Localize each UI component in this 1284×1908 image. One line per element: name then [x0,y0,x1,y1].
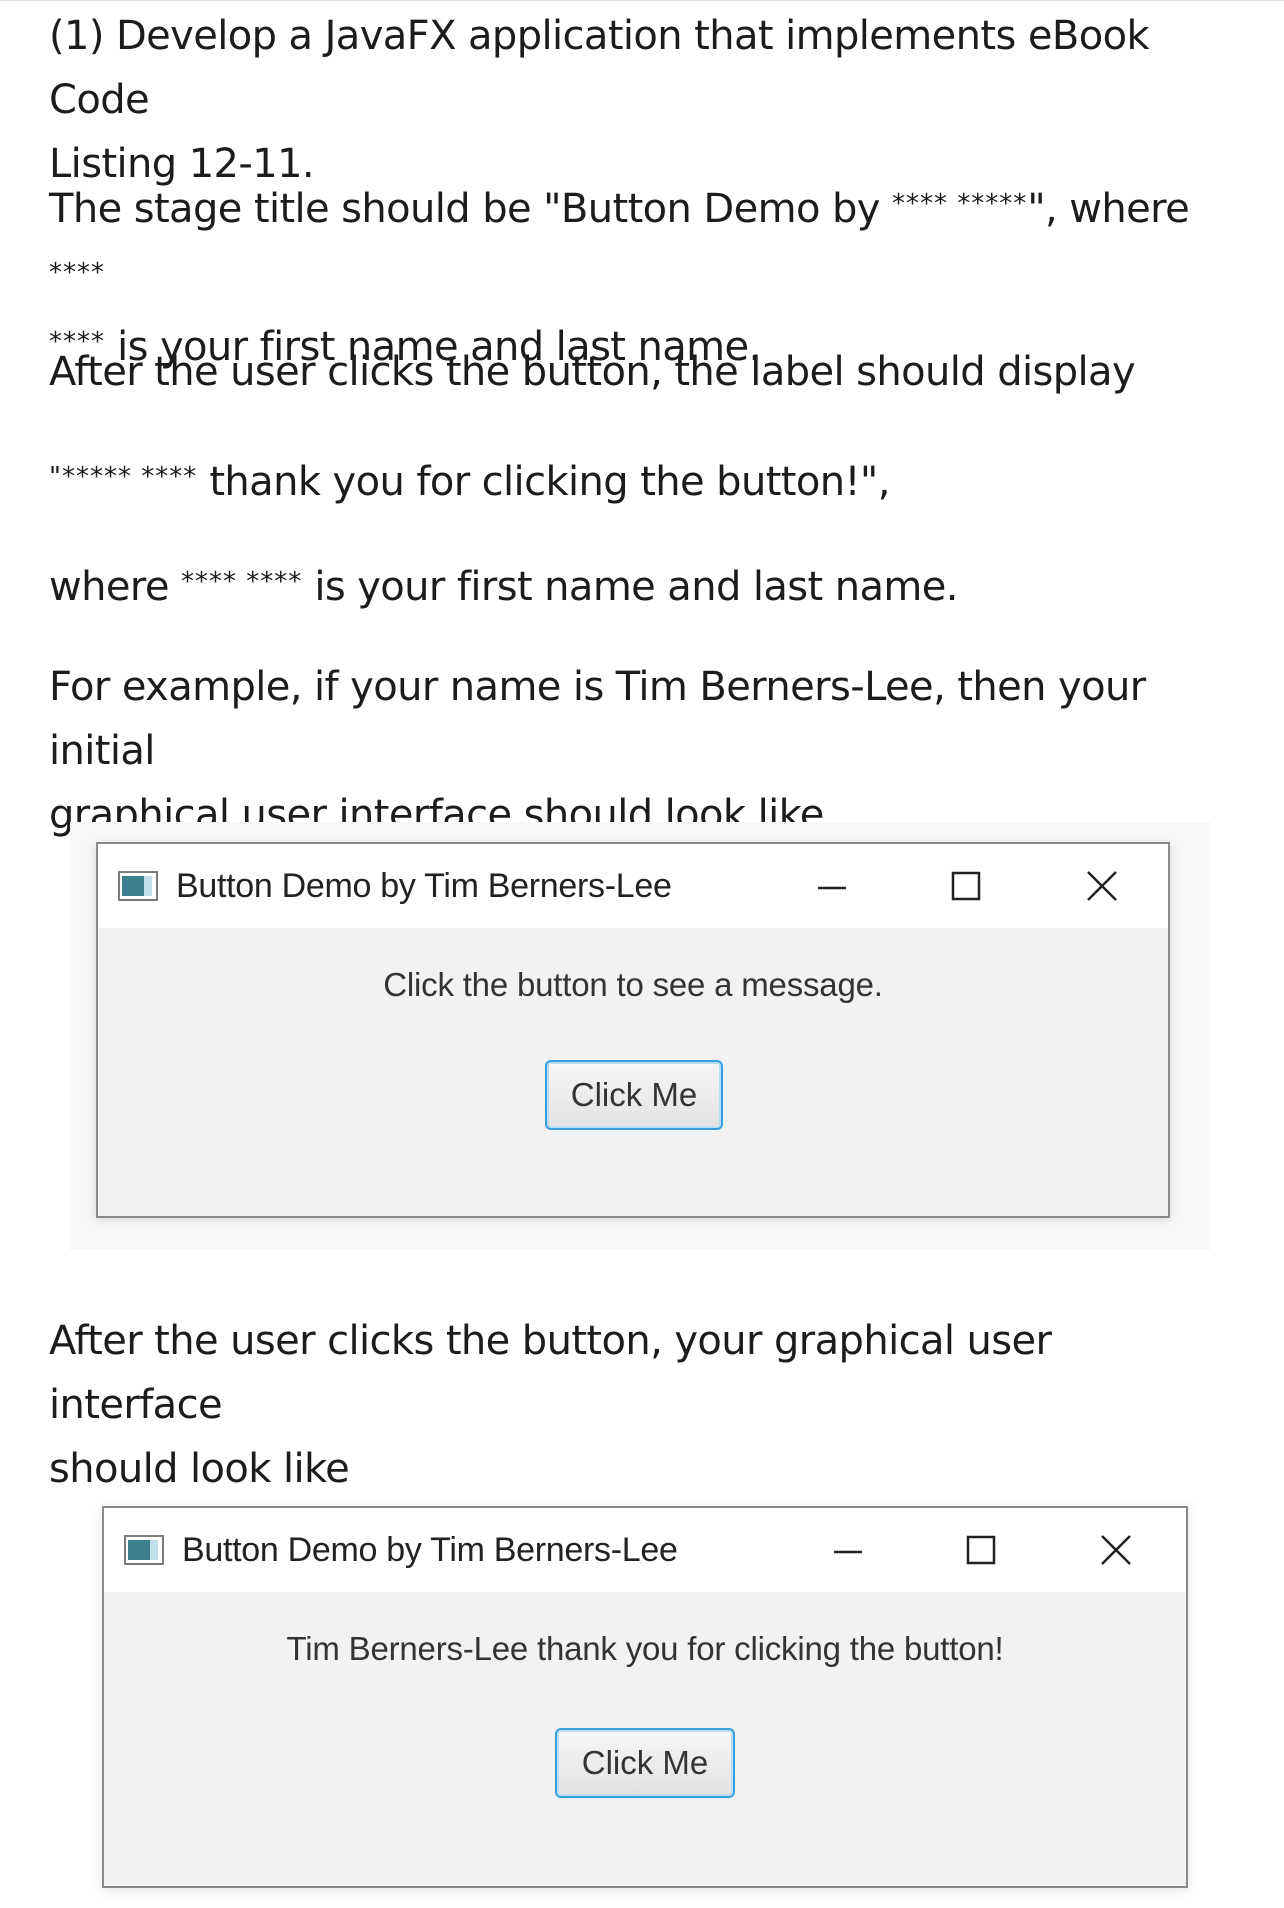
instruction-paragraph-5: where **** **** is your first name and l… [49,550,1229,619]
minimize-icon[interactable] [826,1528,870,1572]
close-icon[interactable] [1080,864,1124,908]
instruction-line: should look like [49,1446,350,1492]
name-placeholder-stars: **** [49,258,105,288]
after-click-gui-window: Button Demo by Tim Berners-Lee Tim Berne… [102,1506,1188,1888]
instruction-text: thank you for clicking the button!", [197,459,890,505]
java-app-icon [124,1535,164,1565]
name-placeholder-stars: **** **** [180,567,303,597]
top-divider [0,0,1284,1]
click-me-button[interactable]: Click Me [545,1060,723,1130]
maximize-icon[interactable] [959,1528,1003,1572]
instruction-line: After the user clicks the button, your g… [49,1318,1052,1428]
window-titlebar: Button Demo by Tim Berners-Lee [104,1508,1186,1592]
instruction-line: For example, if your name is Tim Berners… [49,664,1146,774]
window-title: Button Demo by Tim Berners-Lee [182,1531,678,1569]
window-content: Click the button to see a message. Click… [98,928,1168,1216]
java-app-icon [118,871,158,901]
minimize-icon[interactable] [810,864,854,908]
close-icon[interactable] [1094,1528,1138,1572]
name-placeholder-stars: "***** **** [49,462,198,492]
instruction-text: is your first name and last name. [302,564,958,610]
instruction-line: (1) Develop a JavaFX application that im… [49,13,1150,123]
message-label: Click the button to see a message. [383,966,883,1003]
message-label: Tim Berners-Lee thank you for clicking t… [286,1630,1004,1667]
name-placeholder-stars: **** ***** [891,189,1028,219]
window-content: Tim Berners-Lee thank you for clicking t… [104,1592,1186,1886]
instruction-paragraph-6: For example, if your name is Tim Berners… [49,655,1229,847]
click-me-button[interactable]: Click Me [555,1728,735,1798]
instruction-text: ", where [1027,186,1190,232]
instruction-paragraph-1: (1) Develop a JavaFX application that im… [49,4,1229,196]
instruction-paragraph-3: After the user clicks the button, the la… [49,340,1229,404]
instruction-text: After the user clicks the button, the la… [49,349,1136,395]
window-titlebar: Button Demo by Tim Berners-Lee [98,844,1168,928]
initial-gui-window: Button Demo by Tim Berners-Lee Click the… [96,842,1170,1218]
maximize-icon[interactable] [944,864,988,908]
window-title: Button Demo by Tim Berners-Lee [176,867,672,905]
instruction-text: The stage title should be "Button Demo b… [49,186,892,232]
instruction-paragraph-7: After the user clicks the button, your g… [49,1309,1229,1501]
instruction-text: where [49,564,181,610]
instruction-paragraph-4: "***** **** thank you for clicking the b… [49,445,1229,514]
